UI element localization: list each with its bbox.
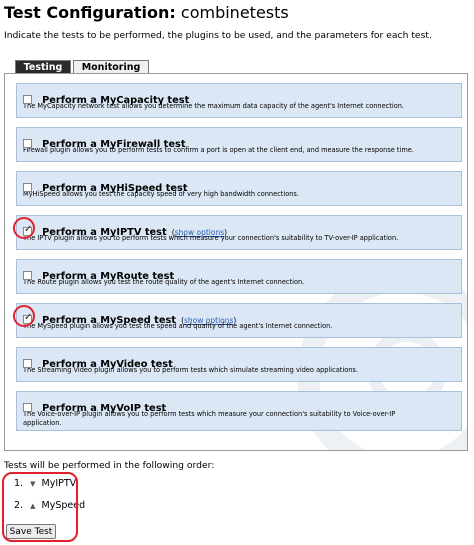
highlight-circle-myiptv <box>13 217 35 239</box>
test-card-myspeed: Perform a MySpeed test (show options) Th… <box>16 303 462 338</box>
test-card-myfirewall: Perform a MyFirewall test Firewall plugi… <box>16 127 462 162</box>
test-card-myiptv: Perform a MyIPTV test (show options) The… <box>16 215 462 250</box>
test-card-myroute: Perform a MyRoute test The Route plugin … <box>16 259 462 294</box>
test-description-cont: application. <box>23 418 62 427</box>
myfirewall-checkbox[interactable] <box>23 139 32 148</box>
test-description: The Route plugin allows you test the rou… <box>23 278 305 286</box>
test-description: The MySpeed plugin allows you test the s… <box>23 322 333 330</box>
test-description: The Voice-over-IP plugin allows you to p… <box>23 410 396 418</box>
myvideo-checkbox[interactable] <box>23 359 32 368</box>
highlight-rect-order <box>2 472 78 542</box>
test-description: The IPTV plugin allows you to perform te… <box>23 234 399 242</box>
highlight-circle-myspeed <box>13 305 35 327</box>
tab-monitoring[interactable]: Monitoring <box>73 60 149 74</box>
test-card-mycapacity: Perform a MyCapacity test The MyCapacity… <box>16 83 462 118</box>
intro-text: Indicate the tests to be performed, the … <box>4 30 432 41</box>
order-label: Tests will be performed in the following… <box>4 460 215 471</box>
page-title: Test Configuration: combinetests <box>4 3 289 22</box>
test-card-myvideo: Perform a MyVideo test The Streaming Vid… <box>16 347 462 382</box>
myroute-checkbox[interactable] <box>23 271 32 280</box>
test-card-myvoip: Perform a MyVoIP test The Voice-over-IP … <box>16 391 462 431</box>
testing-panel: Perform a MyCapacity test The MyCapacity… <box>4 73 468 451</box>
test-description: MyHiSpeed allows you test the capacity s… <box>23 190 299 198</box>
test-card-myhispeed: Perform a MyHiSpeed test MyHiSpeed allow… <box>16 171 462 206</box>
config-name: combinetests <box>180 3 289 22</box>
test-description: The MyCapacity network test allows you d… <box>23 102 405 110</box>
test-description: Firewall plugin allows you to perform te… <box>23 146 414 154</box>
myvoip-checkbox[interactable] <box>23 403 32 412</box>
page-title-label: Test Configuration: <box>4 3 176 22</box>
myhispeed-checkbox[interactable] <box>23 183 32 192</box>
mycapacity-checkbox[interactable] <box>23 95 32 104</box>
test-description: The Streaming Video plugin allows you to… <box>23 366 358 374</box>
tab-testing[interactable]: Testing <box>15 60 71 74</box>
